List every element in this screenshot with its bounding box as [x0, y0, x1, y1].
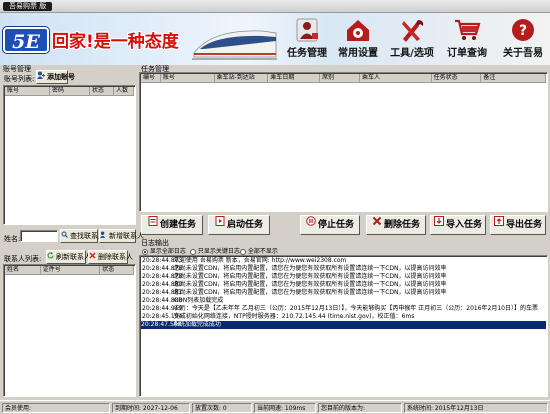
- column-header[interactable]: 乘车人: [359, 74, 432, 83]
- menu-order-query[interactable]: 订单查询: [442, 13, 492, 65]
- refresh-icon: [47, 251, 54, 263]
- column-header[interactable]: 证件号: [40, 266, 101, 275]
- menu-task-management[interactable]: 任务管理: [282, 13, 332, 65]
- delete-contact-button[interactable]: 删除联系人: [88, 250, 133, 264]
- person-task-icon: [296, 18, 318, 42]
- status-latency: 当前网速: 109ms: [254, 403, 316, 413]
- start-task-icon: [215, 216, 225, 233]
- column-header[interactable]: 备注: [481, 74, 546, 83]
- task-table-header: 编号 账号 乘车站-到达站 乘车日期 席别 乘车人 任务状态 备注: [141, 74, 546, 83]
- header-banner: 5E 回家!是一种态度 任务管理 常用设置 工具/选项 订单查询 ? 关于吾易: [0, 13, 550, 65]
- menu-tools-options[interactable]: 工具/选项: [386, 13, 438, 65]
- contact-list-label: 联系人列表:: [4, 255, 42, 263]
- import-task-button[interactable]: 导入任务: [430, 215, 486, 235]
- log-line: 20:28:44.878 您尚未设置CDN，将启用内置配置，请您在为便您有效获取…: [142, 273, 447, 280]
- add-user-icon: [100, 230, 107, 242]
- app-logo: 5E: [3, 27, 49, 53]
- shopping-cart-icon: [455, 19, 481, 40]
- column-header[interactable]: 乘车站-到达站: [214, 74, 269, 83]
- radio-button[interactable]: [142, 248, 148, 255]
- delete-icon: [89, 251, 96, 263]
- radio-button[interactable]: [190, 248, 196, 255]
- delete-task-button[interactable]: 删除任务: [366, 215, 426, 235]
- name-search-input[interactable]: [20, 230, 58, 242]
- status-queries: 放置次数: 0: [192, 403, 252, 413]
- column-header[interactable]: 席别: [320, 74, 360, 83]
- add-account-button[interactable]: 添加账号: [36, 70, 75, 84]
- filter-hide-all[interactable]: 全部不显示: [240, 246, 278, 255]
- export-icon: [493, 216, 504, 233]
- start-task-button[interactable]: 启动任务: [208, 215, 270, 235]
- log-line: 20:28:44.881 您尚未设置CDN，将启用内置配置，请您在为便您有效获取…: [142, 289, 447, 296]
- log-line: 20:28:44.880 您尚未设置CDN，将启用内置配置，请您在为便您有效获取…: [142, 281, 447, 288]
- filter-show-all[interactable]: 显示全部日志: [142, 246, 186, 255]
- title-bar: 吾易购票 版: [0, 0, 550, 13]
- log-line: 20:28:44.873 欢迎使用 吾易购票 新本，吾易官网: http://w…: [142, 257, 347, 264]
- account-group-title: 账号管理: [3, 65, 31, 73]
- column-header[interactable]: 状态: [100, 266, 135, 275]
- log-line: 20:28:44.888 CDN列表加载完成: [142, 297, 224, 304]
- log-line: 20:28:44.876 您尚未设置CDN，将启用内置配置，请您在为便您有效获取…: [142, 265, 447, 272]
- log-line-selected[interactable]: 20:28:47.548 系统加载完成成功: [141, 321, 546, 329]
- create-task-button[interactable]: 创建任务: [141, 215, 203, 235]
- settings-house-icon: [347, 20, 369, 41]
- column-header[interactable]: 账号: [5, 87, 50, 96]
- name-label: 姓名:: [4, 235, 21, 243]
- status-systime: 系统时间: 2015年12月13日: [404, 403, 548, 413]
- status-user: 会员使用:: [2, 403, 110, 413]
- svg-text:?: ?: [519, 23, 527, 39]
- import-icon: [433, 216, 444, 233]
- export-task-button[interactable]: 导出任务: [490, 215, 546, 235]
- help-question-icon: ?: [512, 19, 534, 41]
- column-header[interactable]: 账号: [160, 74, 215, 83]
- stop-icon: [306, 216, 316, 233]
- radio-button[interactable]: [240, 248, 246, 255]
- stop-task-button[interactable]: 停止任务: [300, 215, 360, 235]
- account-table-header: 账号 密码 状态 人数: [5, 87, 134, 96]
- column-header[interactable]: 状态: [90, 87, 114, 96]
- task-table[interactable]: 编号 账号 乘车站-到达站 乘车日期 席别 乘车人 任务状态 备注: [139, 72, 548, 212]
- column-header[interactable]: 人数: [114, 87, 134, 96]
- column-header[interactable]: 乘车日期: [268, 74, 321, 83]
- window-title: 吾易购票 版: [3, 2, 53, 11]
- contact-table[interactable]: 姓名 证件号 状态: [3, 264, 136, 397]
- tools-icon: [402, 20, 424, 42]
- status-bar: 会员使用: 到期时间: 2027-12-06 放置次数: 0 当前网速: 109…: [0, 400, 550, 414]
- new-contact-button[interactable]: 新增联系人: [99, 229, 144, 243]
- status-version: 您目前的版本为:: [318, 403, 402, 413]
- column-header[interactable]: 密码: [50, 87, 90, 96]
- column-header[interactable]: 编号: [141, 74, 161, 83]
- filter-key-only[interactable]: 只显示关键日志: [190, 246, 240, 255]
- slogan: 回家!是一种态度: [52, 32, 179, 52]
- column-header[interactable]: 任务状态: [431, 74, 482, 83]
- log-output[interactable]: 20:28:44.873 欢迎使用 吾易购票 新本，吾易官网: http://w…: [139, 255, 548, 397]
- log-line: 20:28:44.919 农历：今天是【乙未年年 乙月初三（公历：2015年12…: [142, 305, 538, 312]
- search-contact-button[interactable]: 查找联系人: [60, 229, 105, 243]
- log-line: 20:28:45.194 完成初始化网络连接，NTP授时服务器：210.72.1…: [142, 313, 415, 320]
- menu-common-settings[interactable]: 常用设置: [334, 13, 382, 65]
- column-header[interactable]: 姓名: [5, 266, 41, 275]
- add-user-icon: [37, 71, 45, 83]
- contact-table-header: 姓名 证件号 状态: [5, 266, 135, 275]
- search-icon: [61, 230, 68, 242]
- menu-about[interactable]: ? 关于吾易: [498, 13, 548, 65]
- delete-icon: [372, 216, 382, 233]
- account-list-label: 账号列表:: [4, 75, 35, 83]
- train-image: [192, 30, 277, 60]
- status-expire: 到期时间: 2027-12-06: [112, 403, 190, 413]
- refresh-contact-button[interactable]: 刷新联系人: [46, 250, 91, 264]
- account-table[interactable]: 账号 密码 状态 人数: [3, 85, 136, 225]
- create-task-icon: [148, 216, 158, 233]
